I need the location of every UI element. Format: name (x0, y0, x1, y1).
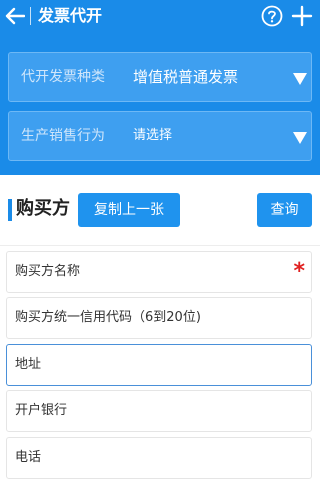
buyer-section-header: 购买方 复制上一张 查询 (0, 175, 320, 245)
page-title: 发票代开 (38, 6, 103, 25)
section-accent-bar (8, 199, 12, 221)
sales-behavior-value: 请选择 (133, 128, 173, 143)
bank-placeholder: 开户银行 (15, 403, 68, 418)
buyer-name-placeholder: 购买方名称 (15, 264, 81, 279)
divider (0, 245, 320, 246)
back-arrow-icon[interactable] (4, 3, 26, 29)
address-placeholder: 地址 (15, 357, 42, 372)
credit-code-placeholder: 购买方统一信用代码（6到20位) (15, 310, 201, 325)
sales-behavior-select[interactable]: 生产销售行为 请选择 (8, 111, 312, 161)
invoice-type-value: 增值税普通发票 (133, 68, 239, 86)
copy-previous-button[interactable]: 复制上一张 (78, 193, 180, 227)
buyer-section-title: 购买方 (16, 198, 70, 219)
dropdown-arrow-icon (293, 129, 307, 144)
dropdown-arrow-icon (293, 70, 307, 85)
title-divider (30, 7, 31, 25)
phone-field[interactable]: 电话 (6, 437, 312, 479)
required-mark: * (293, 259, 305, 284)
help-icon[interactable] (261, 5, 283, 27)
top-bar: 发票代开 (0, 0, 320, 32)
buyer-credit-code-field[interactable]: 购买方统一信用代码（6到20位) (6, 297, 312, 339)
address-field[interactable]: 地址 (6, 344, 312, 386)
query-button[interactable]: 查询 (257, 193, 312, 227)
bank-field[interactable]: 开户银行 (6, 390, 312, 432)
sales-behavior-label: 生产销售行为 (21, 128, 105, 144)
buyer-name-field[interactable]: 购买方名称 * (6, 251, 312, 293)
phone-placeholder: 电话 (15, 450, 42, 465)
invoice-type-select[interactable]: 代开发票种类 增值税普通发票 (8, 52, 312, 102)
invoice-settings-panel: 代开发票种类 增值税普通发票 生产销售行为 请选择 (0, 32, 320, 175)
invoice-type-label: 代开发票种类 (21, 69, 105, 85)
add-icon[interactable] (291, 5, 313, 27)
